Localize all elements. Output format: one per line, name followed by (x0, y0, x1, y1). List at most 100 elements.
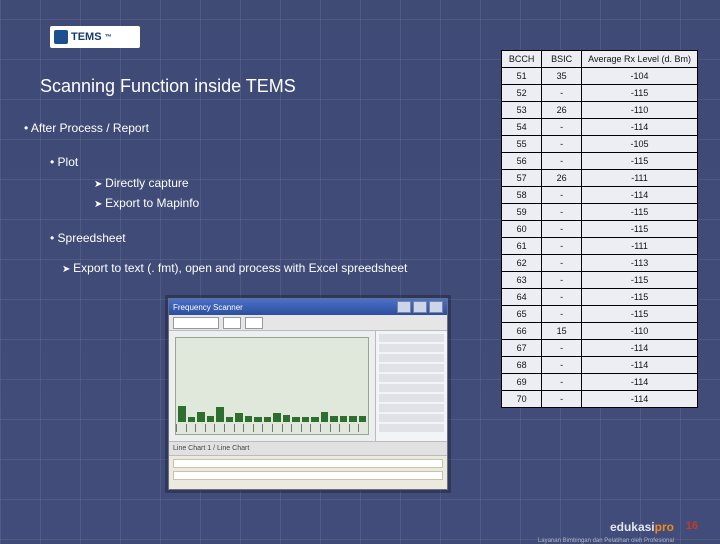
table-cell: 69 (502, 374, 542, 391)
table-row: 54--114 (502, 119, 698, 136)
list-item (379, 354, 444, 362)
setting-row (173, 471, 443, 480)
tick (176, 424, 186, 432)
legend-panel (375, 331, 447, 441)
table-cell: 57 (502, 170, 542, 187)
table-row: 69--114 (502, 374, 698, 391)
table-cell: 54 (502, 119, 542, 136)
setting-row (173, 459, 443, 468)
table-cell: - (542, 391, 582, 408)
bar (359, 416, 367, 422)
table-row: 5326-110 (502, 102, 698, 119)
bar-chart (175, 337, 369, 435)
table-cell: -114 (582, 187, 698, 204)
maximize-icon[interactable] (413, 301, 427, 313)
bar (178, 406, 186, 422)
table-cell: 26 (542, 102, 582, 119)
bullet-mapinfo: Export to Mapinfo (94, 193, 407, 213)
table-row: 67--114 (502, 340, 698, 357)
x-axis (176, 424, 368, 432)
table-cell: -115 (582, 306, 698, 323)
table-row: 56--115 (502, 153, 698, 170)
table-cell: -113 (582, 255, 698, 272)
list-item (379, 374, 444, 382)
table-cell: - (542, 340, 582, 357)
bar (330, 416, 338, 422)
mode-select[interactable] (173, 317, 219, 329)
bar (188, 417, 196, 422)
table-cell: -111 (582, 238, 698, 255)
table-cell: -104 (582, 68, 698, 85)
table-cell: 35 (542, 68, 582, 85)
table-cell: - (542, 255, 582, 272)
window-title: Frequency Scanner (173, 303, 243, 312)
bar (311, 417, 319, 422)
table-cell: -111 (582, 170, 698, 187)
table-cell: - (542, 306, 582, 323)
minimize-icon[interactable] (397, 301, 411, 313)
table-row: 58--114 (502, 187, 698, 204)
table-cell: -114 (582, 374, 698, 391)
table-cell: 59 (502, 204, 542, 221)
tick (272, 424, 282, 432)
tool-button[interactable] (245, 317, 263, 329)
logo-mark-icon (54, 30, 68, 44)
table-row: 60--115 (502, 221, 698, 238)
chart-tabs[interactable]: Line Chart 1 / Line Chart (169, 441, 447, 455)
table-cell: 67 (502, 340, 542, 357)
table-cell: - (542, 153, 582, 170)
col-bsic: BSIC (542, 51, 582, 68)
tick (330, 424, 340, 432)
window-titlebar: Frequency Scanner (169, 299, 447, 315)
table-cell: 62 (502, 255, 542, 272)
table-cell: 68 (502, 357, 542, 374)
table-cell: -110 (582, 323, 698, 340)
table-cell: -114 (582, 357, 698, 374)
bar (273, 413, 281, 422)
table-row: 62--113 (502, 255, 698, 272)
table-cell: -115 (582, 204, 698, 221)
brand-part-a: edukasi (610, 520, 655, 534)
bar (235, 413, 243, 422)
table-cell: 65 (502, 306, 542, 323)
table-cell: 15 (542, 323, 582, 340)
bar (349, 416, 357, 422)
table-cell: - (542, 119, 582, 136)
footer-brand: edukasipro (610, 520, 674, 534)
chart-panel (169, 331, 375, 441)
table-row: 64--115 (502, 289, 698, 306)
logo-tm: ™ (105, 34, 112, 41)
table-cell: 51 (502, 68, 542, 85)
table-cell: -115 (582, 85, 698, 102)
tick (243, 424, 253, 432)
tick (320, 424, 330, 432)
tick (291, 424, 301, 432)
table-cell: - (542, 85, 582, 102)
table-cell: 58 (502, 187, 542, 204)
table-cell: -114 (582, 391, 698, 408)
table-cell: -115 (582, 221, 698, 238)
tick (310, 424, 320, 432)
table-row: 59--115 (502, 204, 698, 221)
table-cell: - (542, 136, 582, 153)
table-row: 55--105 (502, 136, 698, 153)
scan-result-table: BCCH BSIC Average Rx Level (d. Bm) 5135-… (501, 50, 698, 408)
tick (253, 424, 263, 432)
table-cell: 55 (502, 136, 542, 153)
slide-title: Scanning Function inside TEMS (40, 76, 296, 97)
close-icon[interactable] (429, 301, 443, 313)
table-cell: -114 (582, 340, 698, 357)
bullet-plot: • Plot (50, 152, 407, 172)
tool-button[interactable] (223, 317, 241, 329)
table-row: 5726-111 (502, 170, 698, 187)
bar (321, 412, 329, 422)
logo-text: TEMS (71, 31, 102, 43)
table-row: 63--115 (502, 272, 698, 289)
table-header-row: BCCH BSIC Average Rx Level (d. Bm) (502, 51, 698, 68)
bar (245, 416, 253, 422)
content-outline: • After Process / Report • Plot Directly… (24, 118, 407, 278)
table-cell: -105 (582, 136, 698, 153)
toolbar (169, 315, 447, 331)
frequency-scanner-window: Frequency Scanner Line C (168, 298, 448, 490)
tick (349, 424, 359, 432)
